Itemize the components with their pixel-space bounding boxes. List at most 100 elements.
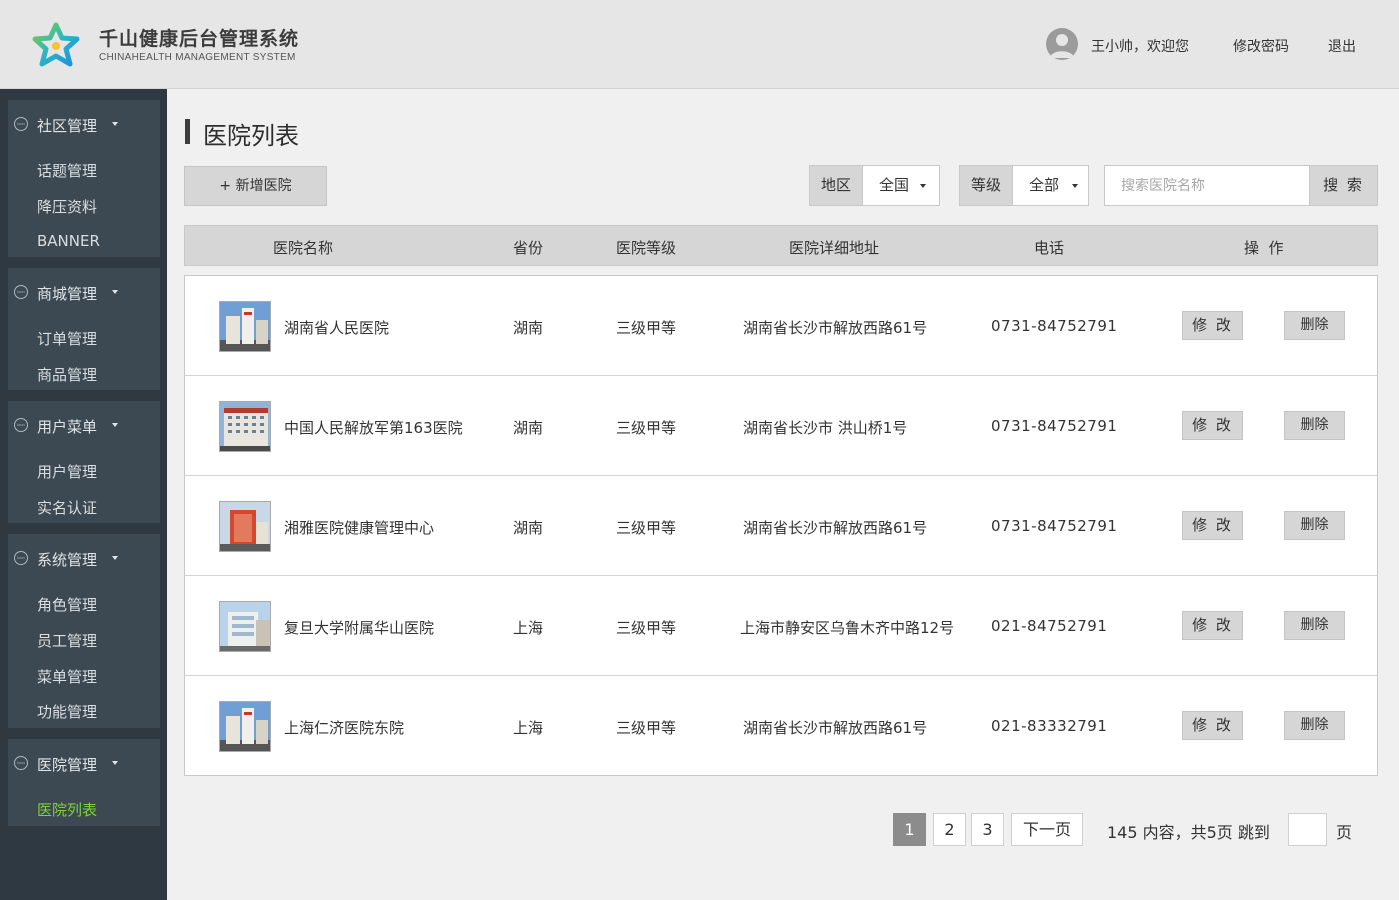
sidebar-item-user-management[interactable]: 用户管理: [37, 461, 97, 482]
user-icon: [1050, 34, 1074, 58]
hospital-photo: [219, 701, 271, 752]
hospital-province: 湖南: [513, 419, 544, 437]
menu-head-system[interactable]: icon 系统管理: [8, 534, 160, 580]
change-password-link[interactable]: 修改密码: [1233, 36, 1289, 56]
col-header-province: 省份: [513, 239, 544, 257]
page-jump-input[interactable]: [1288, 813, 1327, 846]
region-filter-label: 地区: [810, 166, 863, 205]
sidebar-item-real-name-auth[interactable]: 实名认证: [37, 497, 97, 518]
hospital-level: 三级甲等: [616, 719, 677, 737]
delete-button[interactable]: 删除: [1284, 611, 1345, 640]
menu-head-users[interactable]: icon 用户菜单: [8, 401, 160, 447]
edit-button[interactable]: 修 改: [1182, 711, 1243, 740]
pagination-suffix: 页: [1336, 823, 1353, 842]
hospital-level: 三级甲等: [616, 619, 677, 637]
delete-button[interactable]: 删除: [1284, 711, 1345, 740]
welcome-text: 王小帅，欢迎您: [1091, 39, 1189, 55]
hospital-province: 湖南: [513, 319, 544, 337]
page-button-2[interactable]: 2: [933, 813, 966, 846]
hospital-address: 湖南省长沙市解放西路61号: [743, 519, 928, 537]
menu-group-system: icon 系统管理 角色管理 员工管理 菜单管理 功能管理: [8, 534, 160, 728]
page-button-1[interactable]: 1: [893, 813, 926, 846]
logo-star-icon: [32, 22, 80, 67]
delete-button[interactable]: 删除: [1284, 311, 1345, 340]
sidebar-item-products[interactable]: 商品管理: [37, 364, 97, 385]
menu-head-community[interactable]: icon 社区管理: [8, 100, 160, 146]
edit-button[interactable]: 修 改: [1182, 511, 1243, 540]
region-filter[interactable]: 地区 全国: [809, 165, 940, 206]
sidebar-item-banner[interactable]: BANNER: [37, 232, 100, 250]
hospital-photo: [219, 401, 271, 452]
user-avatar[interactable]: [1046, 28, 1078, 60]
header: 千山健康后台管理系统 CHINAHEALTH MANAGEMENT SYSTEM…: [0, 0, 1399, 89]
hospital-phone: 0731-84752791: [991, 417, 1118, 435]
sidebar-item-functions[interactable]: 功能管理: [37, 701, 97, 722]
menu-icon: icon: [14, 551, 28, 565]
edit-button[interactable]: 修 改: [1182, 611, 1243, 640]
search-button[interactable]: 搜 索: [1309, 165, 1378, 206]
app-subtitle: CHINAHEALTH MANAGEMENT SYSTEM: [99, 52, 296, 63]
hospital-address: 湖南省长沙市 洪山桥1号: [743, 419, 908, 437]
hospital-level: 三级甲等: [616, 519, 677, 537]
table-header: 医院名称 省份 医院等级 医院详细地址 电话 操 作: [184, 225, 1378, 266]
region-filter-value[interactable]: 全国: [879, 166, 909, 205]
pagination-info: 145 内容，共5页 跳到: [1107, 823, 1270, 842]
logout-link[interactable]: 退出: [1328, 36, 1356, 56]
table-row: 湘雅医院健康管理中心 湖南 三级甲等 湖南省长沙市解放西路61号 0731-84…: [185, 476, 1377, 576]
sidebar-item-orders[interactable]: 订单管理: [37, 328, 97, 349]
hospital-name: 湖南省人民医院: [284, 319, 390, 337]
sidebar-item-bp-materials[interactable]: 降压资料: [37, 196, 97, 217]
level-filter-label: 等级: [960, 166, 1013, 205]
table-row: 复旦大学附属华山医院 上海 三级甲等 上海市静安区乌鲁木齐中路12号 021-8…: [185, 576, 1377, 676]
hospital-photo: [219, 501, 271, 552]
hospital-address: 湖南省长沙市解放西路61号: [743, 719, 928, 737]
hospital-photo: [219, 601, 271, 652]
level-filter-value[interactable]: 全部: [1029, 166, 1059, 205]
hospital-province: 湖南: [513, 519, 544, 537]
level-filter[interactable]: 等级 全部: [959, 165, 1089, 206]
menu-icon: icon: [14, 418, 28, 432]
hospital-address: 湖南省长沙市解放西路61号: [743, 319, 928, 337]
menu-icon: icon: [14, 117, 28, 131]
col-header-name: 医院名称: [273, 239, 334, 257]
delete-button[interactable]: 删除: [1284, 511, 1345, 540]
col-header-address: 医院详细地址: [789, 239, 880, 257]
menu-icon: icon: [14, 285, 28, 299]
col-header-phone: 电话: [1034, 239, 1065, 257]
menu-group-community: icon 社区管理 话题管理 降压资料 BANNER: [8, 100, 160, 257]
menu-head-hospitals[interactable]: icon 医院管理: [8, 739, 160, 785]
hospital-name: 中国人民解放军第163医院: [284, 419, 463, 437]
chevron-down-icon: [920, 184, 926, 188]
menu-head-label: 系统管理: [37, 551, 98, 569]
col-header-actions: 操 作: [1244, 239, 1284, 257]
menu-icon: icon: [14, 756, 28, 770]
caret-down-icon: [112, 556, 118, 560]
hospital-phone: 0731-84752791: [991, 517, 1118, 535]
next-page-button[interactable]: 下一页: [1011, 813, 1083, 846]
sidebar-item-roles[interactable]: 角色管理: [37, 594, 97, 615]
hospital-name: 复旦大学附属华山医院: [284, 619, 435, 637]
caret-down-icon: [112, 423, 118, 427]
sidebar-item-menus[interactable]: 菜单管理: [37, 666, 97, 687]
page-button-3[interactable]: 3: [971, 813, 1004, 846]
hospital-phone: 021-83332791: [991, 717, 1108, 735]
title-accent-bar: [185, 119, 190, 144]
hospital-photo: [219, 301, 271, 352]
hospital-level: 三级甲等: [616, 419, 677, 437]
caret-down-icon: [112, 122, 118, 126]
hospital-level: 三级甲等: [616, 319, 677, 337]
sidebar-item-hospital-list[interactable]: 医院列表: [37, 799, 97, 820]
menu-group-mall: icon 商城管理 订单管理 商品管理: [8, 268, 160, 390]
add-hospital-button[interactable]: + 新增医院: [184, 166, 327, 206]
menu-group-users: icon 用户菜单 用户管理 实名认证: [8, 401, 160, 523]
edit-button[interactable]: 修 改: [1182, 311, 1243, 340]
sidebar-item-topics[interactable]: 话题管理: [37, 160, 97, 181]
table-row: 上海仁济医院东院 上海 三级甲等 湖南省长沙市解放西路61号 021-83332…: [185, 676, 1377, 776]
edit-button[interactable]: 修 改: [1182, 411, 1243, 440]
delete-button[interactable]: 删除: [1284, 411, 1345, 440]
sidebar-item-staff[interactable]: 员工管理: [37, 630, 97, 651]
hospital-province: 上海: [513, 619, 544, 637]
search-input[interactable]: [1104, 165, 1310, 206]
menu-head-label: 社区管理: [37, 117, 98, 135]
menu-head-mall[interactable]: icon 商城管理: [8, 268, 160, 314]
